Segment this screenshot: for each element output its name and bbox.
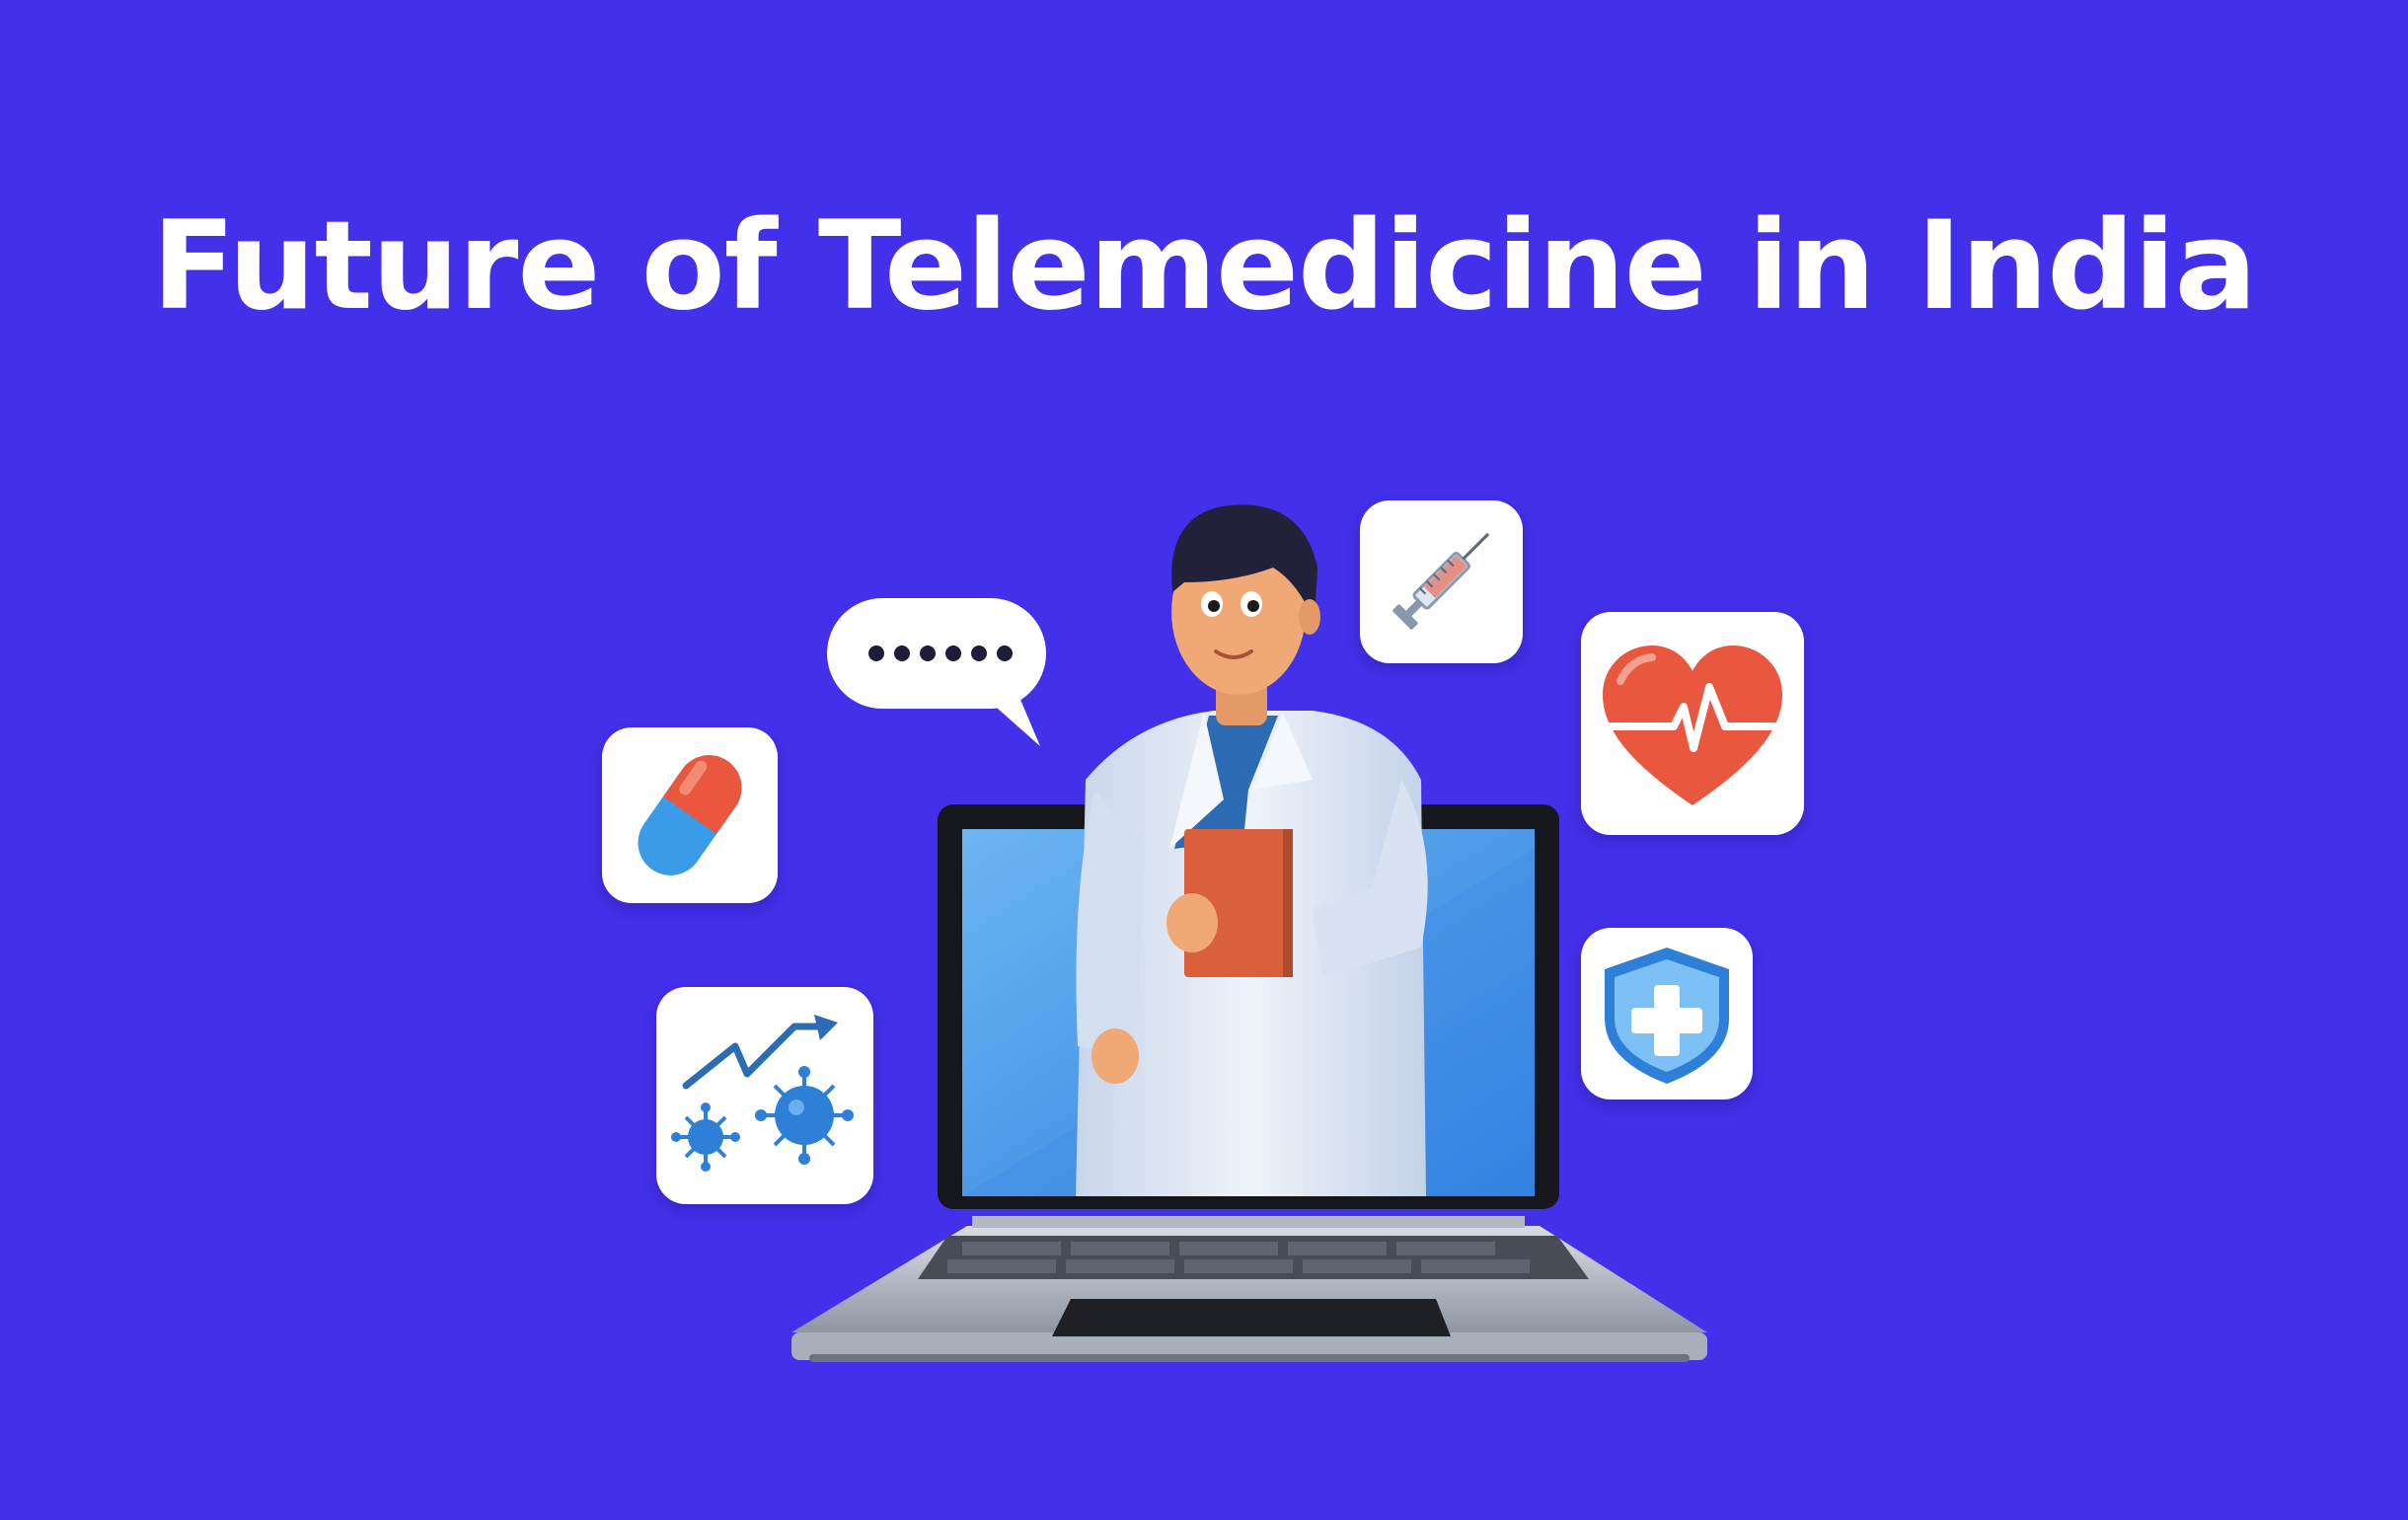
heart-rate-card — [1581, 612, 1804, 835]
capsule-icon — [638, 755, 742, 875]
telemedicine-illustration — [0, 0, 2408, 1520]
syringe-card — [1360, 500, 1523, 663]
virus-trend-icon — [671, 1015, 854, 1172]
heart-rate-icon — [1603, 646, 1782, 805]
speech-bubble-icon — [827, 598, 1046, 746]
virus-trend-card — [656, 987, 873, 1204]
syringe-icon — [1392, 532, 1490, 630]
shield-card — [1581, 928, 1753, 1100]
shield-cross-icon — [1605, 948, 1729, 1084]
capsule-card — [602, 727, 778, 903]
laptop-doctor-illustration — [791, 504, 1707, 1362]
